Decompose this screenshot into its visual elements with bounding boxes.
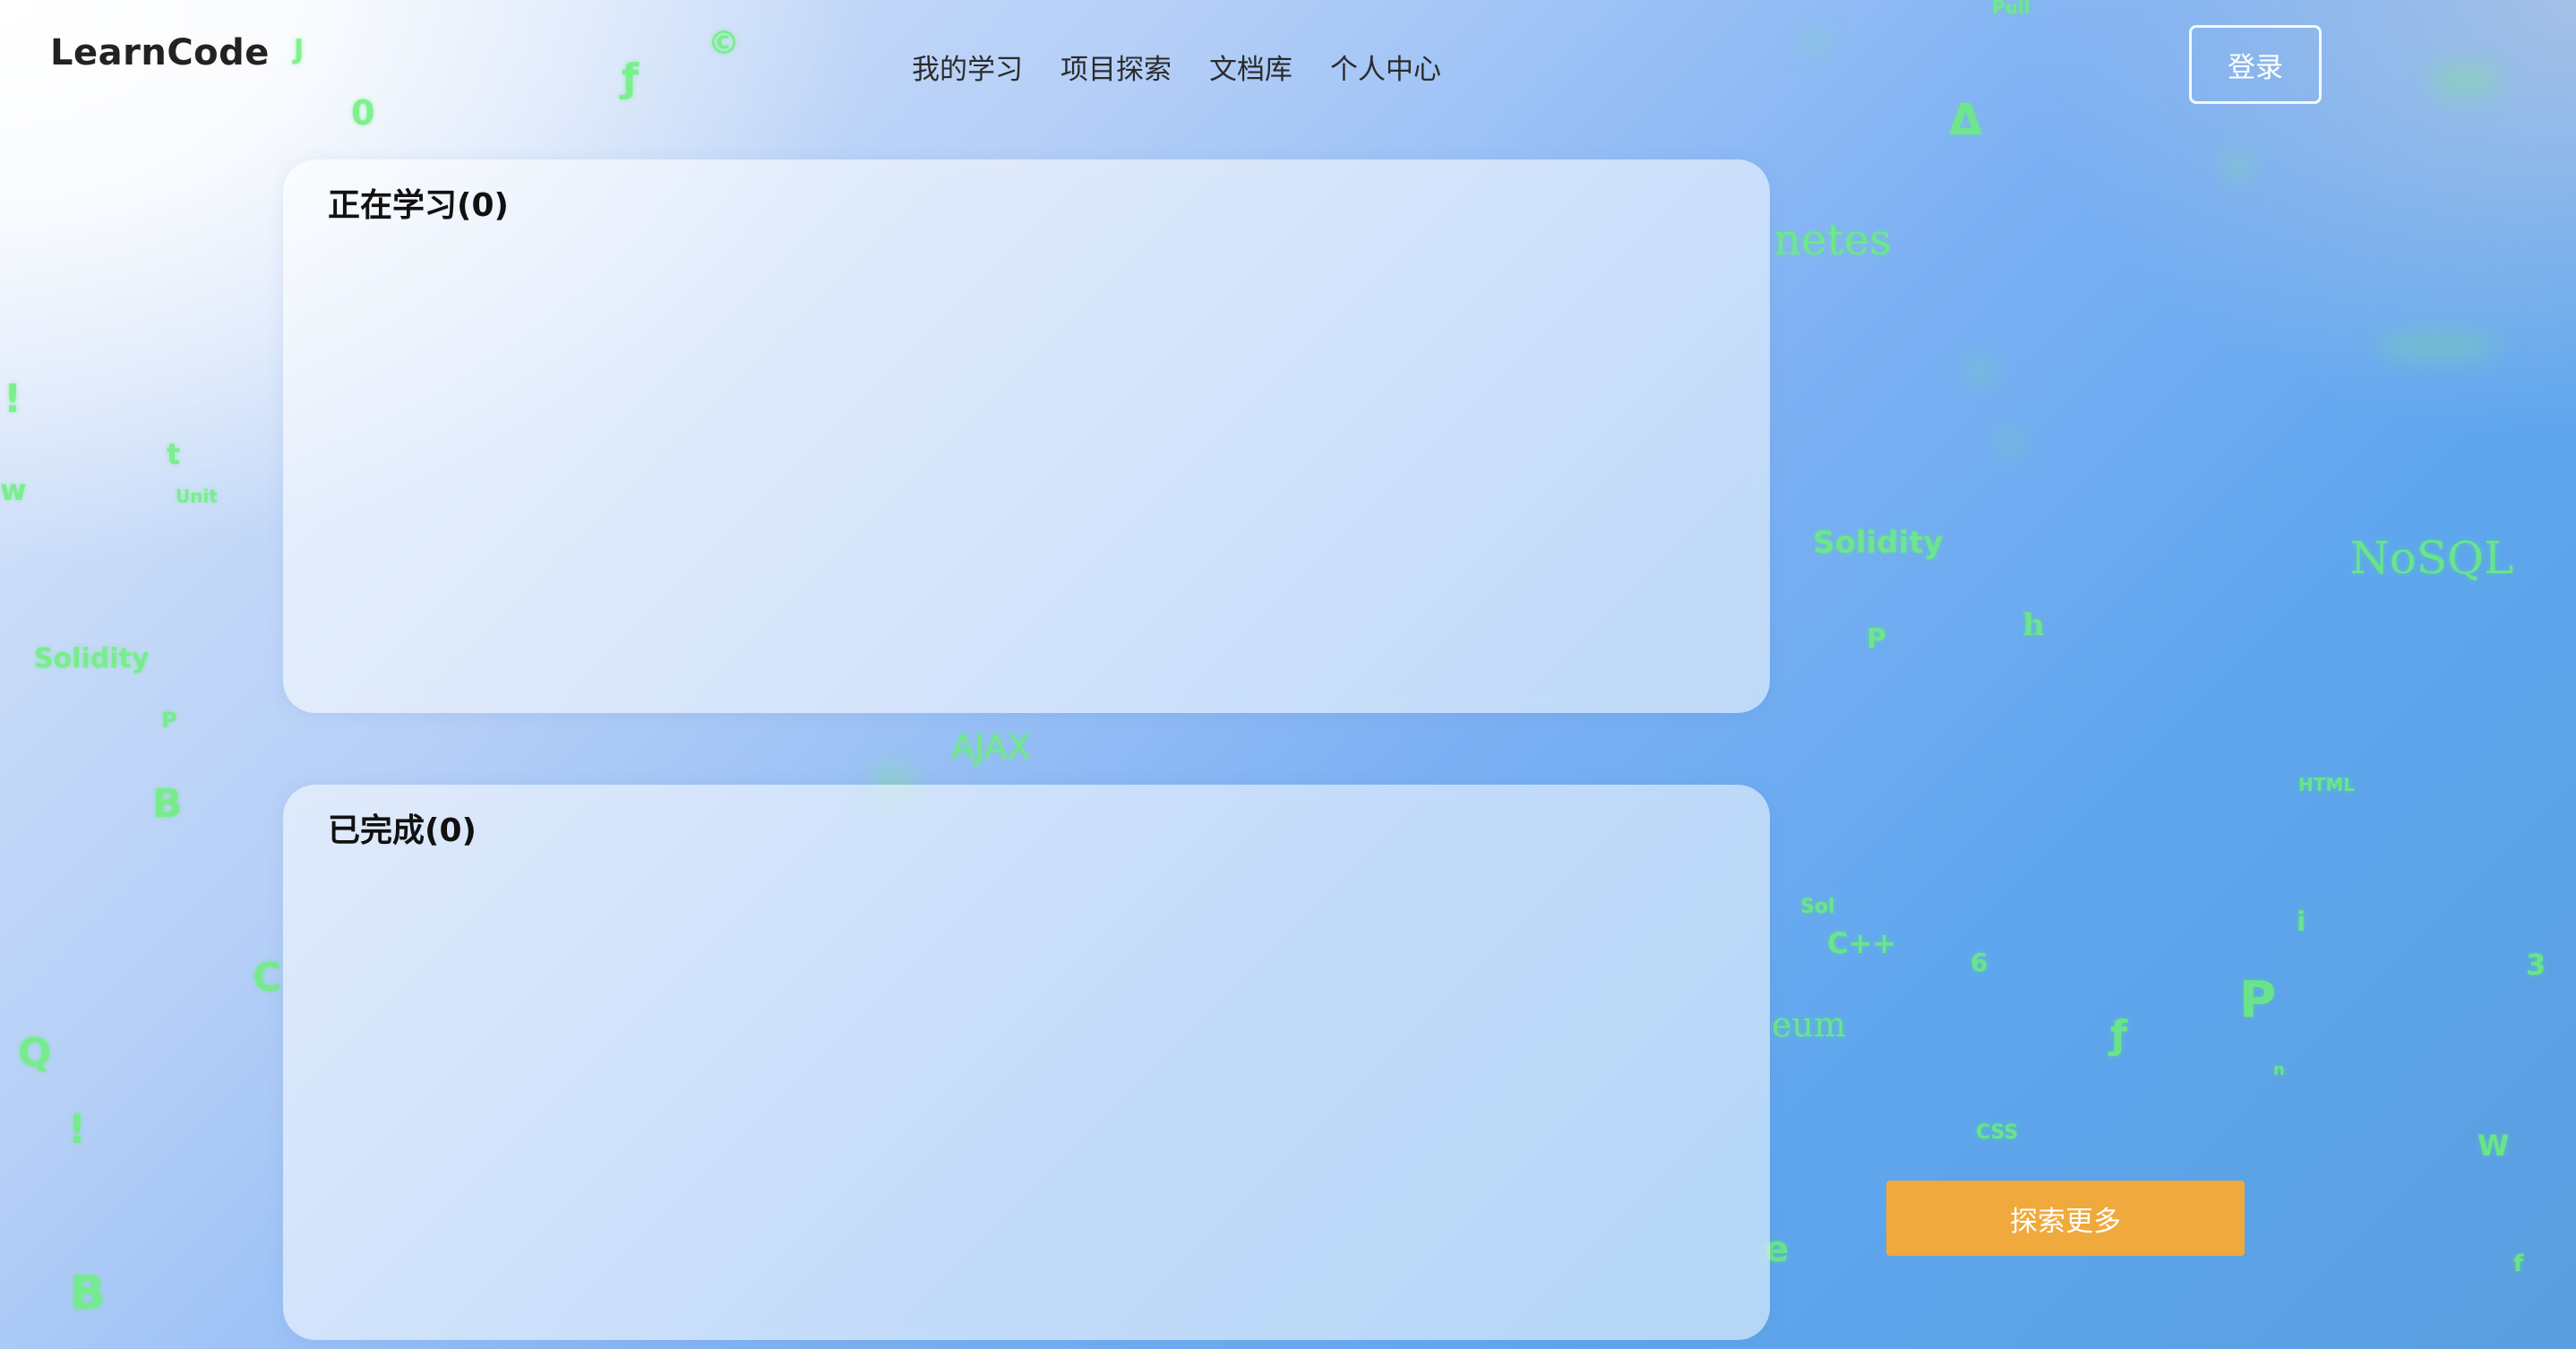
bg-glyph: 3 xyxy=(2526,948,2546,982)
bg-glyph: Δ xyxy=(1949,95,1983,145)
learning-panel: 正在学习(0) xyxy=(283,159,1770,713)
bg-glyph: f xyxy=(2513,1250,2524,1277)
bg-glyph: AJAX xyxy=(951,727,1031,767)
learning-panel-title: 正在学习(0) xyxy=(328,187,509,224)
bg-blob xyxy=(2225,152,2252,179)
bg-glyph: netes xyxy=(1773,215,1892,265)
bg-glyph: Solidity xyxy=(1813,525,1944,561)
bg-blob xyxy=(2429,63,2501,99)
bg-glyph: i xyxy=(2297,906,2306,938)
main-nav: 我的学习 项目探索 文档库 个人中心 xyxy=(912,47,1441,87)
bg-glyph: HTML xyxy=(2298,774,2356,795)
bg-glyph: n xyxy=(2273,1061,2285,1079)
bg-glyph: C xyxy=(253,955,282,1001)
bg-blob xyxy=(1967,358,1994,385)
login-button[interactable]: 登录 xyxy=(2189,25,2322,104)
nav-profile[interactable]: 个人中心 xyxy=(1330,47,1441,87)
brand-logo[interactable]: LearnCode xyxy=(50,32,270,73)
bg-glyph: P xyxy=(161,708,177,733)
bg-glyph: Q xyxy=(18,1030,52,1076)
bg-glyph: h xyxy=(2022,607,2045,643)
nav-docs[interactable]: 文档库 xyxy=(1209,47,1292,87)
bg-glyph: © xyxy=(708,25,740,62)
bg-glyph: eum xyxy=(1772,1005,1846,1044)
bg-blob xyxy=(1800,32,1827,52)
bg-glyph: 0 xyxy=(351,93,375,133)
bg-glyph: J xyxy=(294,34,305,65)
bg-glyph: ! xyxy=(68,1107,87,1153)
bg-glyph: CSS xyxy=(1976,1121,2019,1144)
bg-glyph: t xyxy=(167,437,181,471)
explore-more-button[interactable]: 探索更多 xyxy=(1886,1181,2245,1256)
bg-blob xyxy=(2375,335,2501,358)
bg-glyph: NoSQL xyxy=(2350,532,2514,584)
bg-glyph: 6 xyxy=(1971,948,1988,977)
completed-panel: 已完成(0) xyxy=(283,785,1770,1340)
bg-glyph: Pull xyxy=(1992,0,2031,18)
nav-project-explore[interactable]: 项目探索 xyxy=(1060,47,1172,87)
bg-glyph: P xyxy=(2239,971,2277,1029)
bg-glyph: P xyxy=(1867,623,1886,655)
bg-glyph: B xyxy=(152,781,183,827)
nav-my-learning[interactable]: 我的学习 xyxy=(912,47,1023,87)
bg-glyph: W xyxy=(2477,1129,2510,1163)
bg-glyph: Sol xyxy=(1800,896,1835,918)
bg-glyph: ƒ xyxy=(622,56,640,101)
bg-glyph: ! xyxy=(4,376,22,422)
bg-blob xyxy=(1997,430,2021,453)
bg-glyph: ƒ xyxy=(2110,1012,2128,1058)
bg-glyph: B xyxy=(70,1267,106,1320)
completed-panel-title: 已完成(0) xyxy=(328,812,477,849)
bg-glyph: Unit xyxy=(176,485,218,507)
app-root: J 0 ƒ © Pull Δ NoSQL Solidity AJAX C++ e… xyxy=(0,0,2576,1349)
bg-glyph: Solidity xyxy=(34,643,150,674)
bg-glyph: w xyxy=(0,473,27,507)
bg-glyph: C++ xyxy=(1827,926,1897,960)
